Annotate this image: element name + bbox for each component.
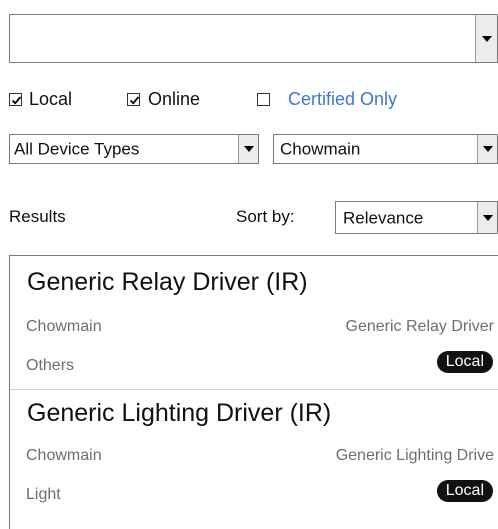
result-manufacturer: Chowmain <box>26 318 102 335</box>
sort-select[interactable]: Relevance <box>335 201 498 234</box>
local-checkbox[interactable] <box>9 93 22 106</box>
checkmark-icon <box>11 96 22 105</box>
manufacturer-value[interactable]: Chowmain <box>280 141 360 158</box>
search-combobox[interactable] <box>9 14 498 63</box>
device-type-dropdown-button[interactable] <box>238 135 258 163</box>
results-label: Results <box>9 207 66 226</box>
online-checkbox-label[interactable]: Online <box>148 89 200 110</box>
sort-dropdown-button[interactable] <box>477 202 497 233</box>
search-dropdown-button[interactable] <box>475 15 497 62</box>
local-badge: Local <box>436 351 493 373</box>
result-title: Generic Lighting Driver (IR) <box>27 399 332 427</box>
result-card[interactable]: Generic Lighting Driver (IR) Chowmain Ge… <box>10 390 498 529</box>
manufacturer-select[interactable]: Chowmain <box>273 134 498 164</box>
sort-value[interactable]: Relevance <box>343 209 423 226</box>
result-title: Generic Relay Driver (IR) <box>27 268 308 296</box>
chevron-down-icon <box>482 214 493 221</box>
result-manufacturer: Chowmain <box>26 447 102 464</box>
certified-only-checkbox[interactable] <box>257 93 270 106</box>
online-checkbox[interactable] <box>127 93 140 106</box>
result-model: Generic Lighting Drive <box>335 447 494 464</box>
device-type-select[interactable]: All Device Types <box>9 134 259 164</box>
manufacturer-dropdown-button[interactable] <box>477 135 497 163</box>
chevron-down-icon <box>481 35 492 42</box>
result-model: Generic Relay Driver <box>345 318 494 335</box>
certified-only-label[interactable]: Certified Only <box>288 89 397 110</box>
sort-by-label: Sort by: <box>236 207 295 226</box>
chevron-down-icon <box>243 146 254 152</box>
checkmark-icon <box>129 96 140 105</box>
result-card[interactable]: Generic Relay Driver (IR) Chowmain Gener… <box>10 256 498 389</box>
result-category: Others <box>26 357 75 374</box>
results-list[interactable]: Generic Relay Driver (IR) Chowmain Gener… <box>9 255 498 529</box>
chevron-down-icon <box>482 146 493 152</box>
local-checkbox-label[interactable]: Local <box>29 89 72 110</box>
local-badge: Local <box>436 480 493 502</box>
result-category: Light <box>26 486 61 503</box>
device-type-value[interactable]: All Device Types <box>14 141 139 158</box>
